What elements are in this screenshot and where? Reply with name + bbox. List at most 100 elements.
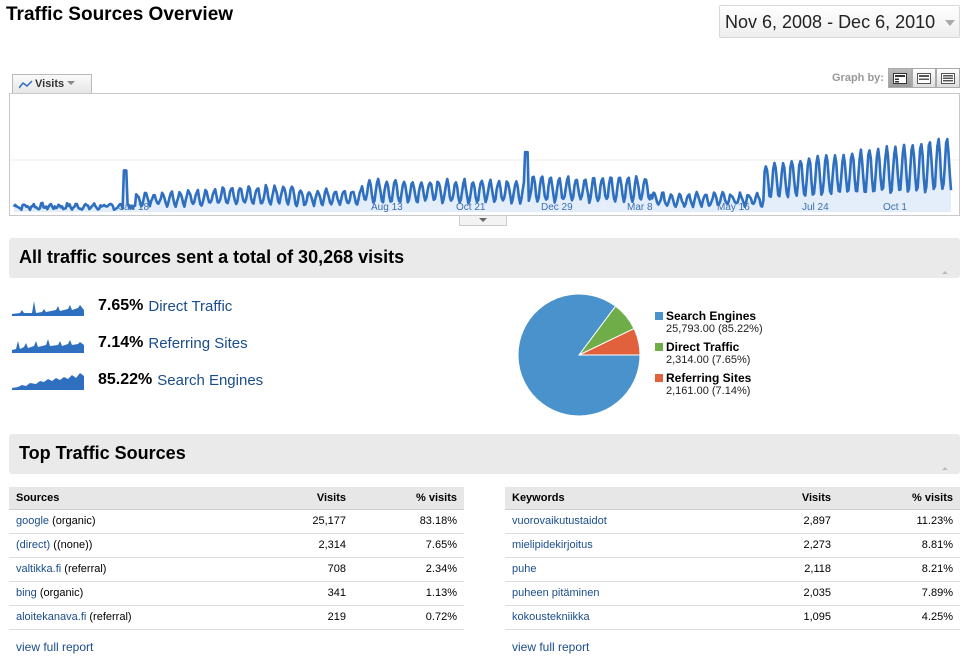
- table-row: puheen pitäminen 2,035 7.89%: [505, 581, 960, 606]
- cell-visits: 2,314: [249, 533, 353, 558]
- legend-value: 2,314.00 (7.65%): [666, 354, 751, 366]
- col-header[interactable]: Sources: [9, 487, 249, 510]
- legend-swatch: [655, 312, 663, 320]
- traffic-pie-chart[interactable]: [516, 292, 642, 418]
- row-link[interactable]: puheen pitäminen: [512, 587, 599, 599]
- cell-percent: 8.81%: [838, 533, 960, 558]
- sources-table: Sources Visits % visits google (organic)…: [9, 487, 464, 630]
- source-row-direct: 7.65% Direct Traffic: [12, 293, 232, 319]
- col-header[interactable]: Keywords: [505, 487, 745, 510]
- graph-by-label: Graph by:: [832, 72, 884, 84]
- cell-visits: 219: [249, 605, 353, 630]
- sparkline-icon: [12, 301, 84, 316]
- date-range-picker[interactable]: Nov 6, 2008 - Dec 6, 2010: [719, 5, 960, 38]
- visits-line-graph[interactable]: Jan 18 Aug 13 Oct 21 Dec 29 Mar 8 May 16 Jul 2…: [9, 93, 960, 216]
- day-icon: [893, 72, 907, 84]
- cell-name: bing (organic): [9, 581, 249, 606]
- caret-down-icon: [67, 81, 76, 85]
- view-full-report-link[interactable]: view full report: [512, 640, 589, 654]
- legend-item: Search Engines 25,793.00 (85.22%): [655, 309, 763, 335]
- cell-percent: 1.13%: [353, 581, 464, 606]
- source-link[interactable]: Direct Traffic: [148, 298, 232, 315]
- line-chart-icon: [18, 80, 33, 89]
- source-percent: 85.22%: [98, 371, 153, 388]
- graph-by-buttons: [888, 68, 960, 88]
- source-percent: 7.14%: [98, 334, 144, 351]
- row-link[interactable]: bing: [16, 587, 37, 599]
- cell-name: puhe: [505, 557, 745, 582]
- row-link[interactable]: kokoustekniikka: [512, 611, 590, 623]
- table-row: mielipidekirjoitus 2,273 8.81%: [505, 533, 960, 558]
- page-title: Traffic Sources Overview: [6, 4, 234, 25]
- row-link[interactable]: (direct): [16, 539, 50, 551]
- cell-percent: 7.65%: [353, 533, 464, 558]
- graph-by-day-button[interactable]: [888, 68, 912, 88]
- summary-header: All traffic sources sent a total of 30,2…: [9, 238, 960, 278]
- table-row: google (organic) 25,177 83.18%: [9, 509, 464, 534]
- graph-by-week-button[interactable]: [912, 68, 936, 88]
- row-link[interactable]: vuorovaikutustaidot: [512, 515, 607, 527]
- cell-percent: 4.25%: [838, 605, 960, 630]
- row-link[interactable]: google: [16, 515, 49, 527]
- collapse-graph-tab[interactable]: [459, 216, 507, 226]
- top-sources-heading: Top Traffic Sources: [19, 443, 186, 463]
- source-link[interactable]: Referring Sites: [148, 335, 247, 352]
- row-medium: (organic): [36, 587, 84, 599]
- sparkline-icon: [12, 339, 84, 353]
- metric-select[interactable]: Visits: [12, 74, 92, 93]
- cell-percent: 7.89%: [838, 581, 960, 606]
- week-icon: [917, 72, 931, 84]
- table-row: valtikka.fi (referral) 708 2.34%: [9, 557, 464, 582]
- col-header[interactable]: Visits: [745, 487, 838, 510]
- legend-swatch: [655, 343, 663, 351]
- top-sources-header: Top Traffic Sources: [9, 434, 960, 474]
- col-header[interactable]: Visits: [249, 487, 353, 510]
- cell-name: mielipidekirjoitus: [505, 533, 745, 558]
- table-row: kokoustekniikka 1,095 4.25%: [505, 605, 960, 630]
- cell-name: vuorovaikutustaidot: [505, 509, 745, 534]
- legend-value: 25,793.00 (85.22%): [666, 323, 763, 335]
- source-row-referring: 7.14% Referring Sites: [12, 330, 248, 356]
- cell-percent: 83.18%: [353, 509, 464, 534]
- col-header[interactable]: % visits: [353, 487, 464, 510]
- cell-visits: 341: [249, 581, 353, 606]
- chevron-down-icon: [945, 20, 955, 26]
- legend-item: Direct Traffic 2,314.00 (7.65%): [655, 340, 763, 366]
- col-header[interactable]: % visits: [838, 487, 960, 510]
- row-link[interactable]: valtikka.fi: [16, 563, 61, 575]
- legend-swatch: [655, 374, 663, 382]
- month-icon: [941, 72, 955, 84]
- sparkline-icon: [12, 373, 84, 390]
- cell-name: aloitekanava.fi (referral): [9, 605, 249, 630]
- metric-label: Visits: [35, 78, 65, 90]
- source-link[interactable]: Search Engines: [157, 372, 263, 389]
- x-tick-label: Jul 24: [802, 202, 829, 213]
- source-percent: 7.65%: [98, 297, 144, 314]
- view-full-report-link[interactable]: view full report: [16, 640, 93, 654]
- table-row: (direct) ((none)) 2,314 7.65%: [9, 533, 464, 558]
- x-tick-label: May 16: [717, 202, 750, 213]
- cell-name: (direct) ((none)): [9, 533, 249, 558]
- row-medium: ((none)): [50, 539, 93, 551]
- row-link[interactable]: puhe: [512, 563, 536, 575]
- date-range-label: Nov 6, 2008 - Dec 6, 2010: [725, 12, 936, 32]
- cell-percent: 11.23%: [838, 509, 960, 534]
- summary-heading: All traffic sources sent a total of 30,2…: [19, 247, 405, 267]
- cell-percent: 0.72%: [353, 605, 464, 630]
- x-tick-label: Oct 21: [456, 202, 486, 213]
- x-tick-label: Aug 13: [371, 202, 403, 213]
- keywords-table: Keywords Visits % visits vuorovaikutusta…: [505, 487, 960, 630]
- row-link[interactable]: mielipidekirjoitus: [512, 539, 593, 551]
- collapse-icon: [942, 467, 948, 470]
- row-link[interactable]: aloitekanava.fi: [16, 611, 86, 623]
- cell-visits: 2,118: [745, 557, 838, 582]
- visits-trend-svg: Jan 18 Aug 13 Oct 21 Dec 29 Mar 8 May 16 Jul 2…: [10, 137, 959, 213]
- cell-name: google (organic): [9, 509, 249, 534]
- cell-name: puheen pitäminen: [505, 581, 745, 606]
- graph-by-month-button[interactable]: [936, 68, 960, 88]
- cell-visits: 2,035: [745, 581, 838, 606]
- cell-visits: 1,095: [745, 605, 838, 630]
- cell-visits: 708: [249, 557, 353, 582]
- x-tick-label: Dec 29: [541, 202, 573, 213]
- legend-name: Referring Sites: [666, 371, 752, 385]
